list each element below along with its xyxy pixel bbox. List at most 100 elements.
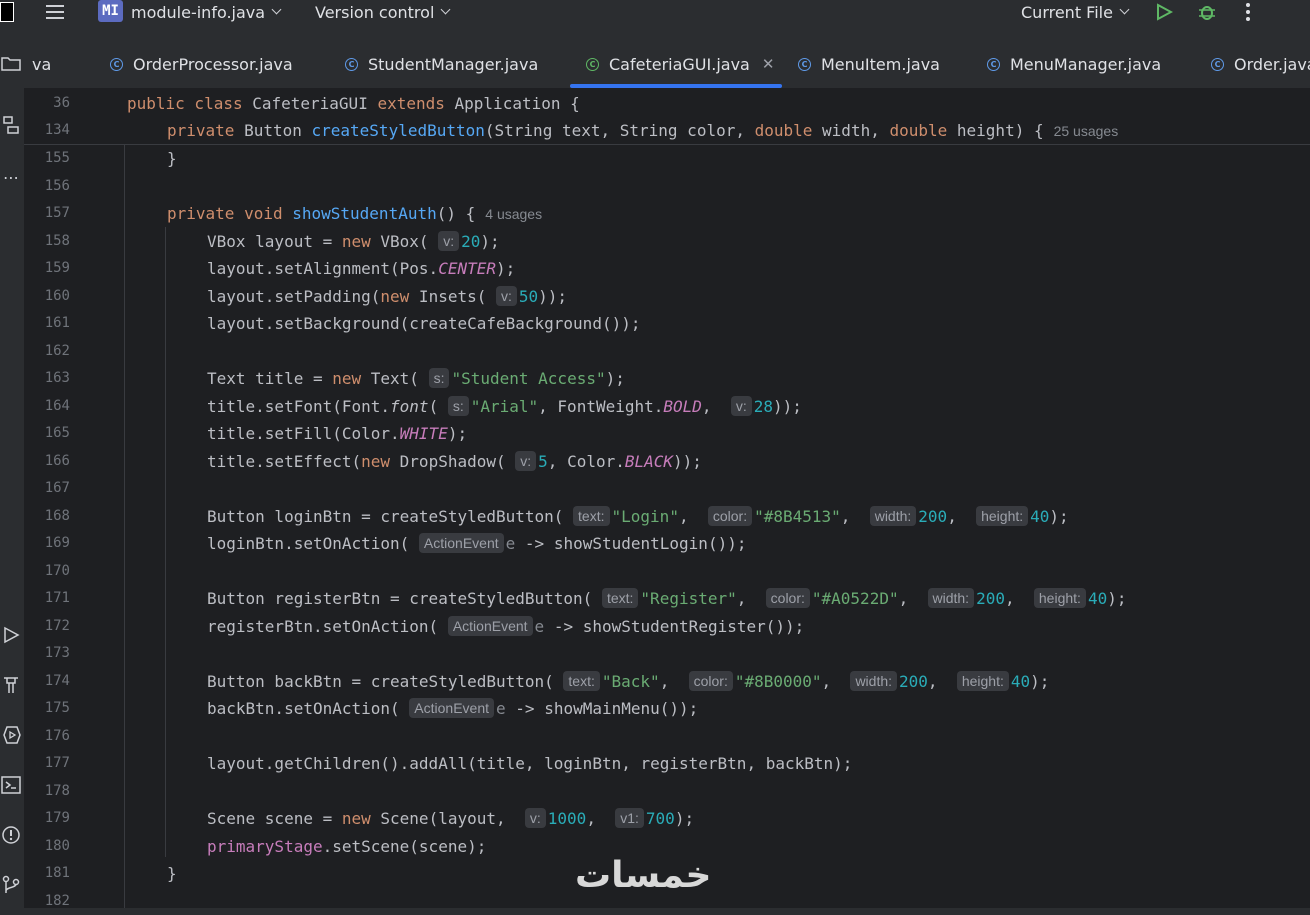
line-number: 134 — [44, 122, 70, 138]
code-line: title.setEffect(new DropShadow( v: 5, Col… — [207, 450, 702, 471]
line-number: 174 — [44, 672, 70, 689]
class-icon: C — [987, 57, 1000, 71]
code-line: Text title = new Text( s: "Student Access… — [207, 368, 625, 388]
code-line: backBtn.setOnAction( ActionEvent e -> sho… — [207, 698, 699, 718]
tab-menu-manager[interactable]: C MenuManager.java — [987, 40, 1161, 88]
tab-label: Order.java — [1234, 54, 1310, 74]
line-number: 177 — [44, 755, 70, 771]
line-number: 179 — [44, 810, 70, 826]
code-line: primaryStage.setScene(scene); — [207, 836, 487, 856]
run-button[interactable] — [1155, 0, 1173, 24]
line-number: 171 — [44, 590, 70, 606]
code-line: } — [167, 864, 177, 883]
chevron-down-icon — [440, 4, 451, 15]
editor-tabs: va C OrderProcessor.java C StudentManage… — [0, 40, 1310, 89]
line-number: 176 — [44, 727, 70, 744]
tab-label: CafeteriaGUI.java — [609, 54, 750, 74]
code-line: public class CafeteriaGUI extends Applic… — [127, 94, 580, 113]
version-control-menu[interactable]: Version control — [315, 0, 451, 24]
run-config-label: Current File — [1021, 2, 1113, 22]
code-line: private Button createStyledButton(String… — [167, 121, 1119, 140]
class-icon: C — [586, 57, 599, 71]
tab-student-manager[interactable]: C StudentManager.java — [345, 40, 538, 88]
line-number: 163 — [44, 370, 70, 386]
line-number: 167 — [44, 480, 70, 496]
tab-label: MenuManager.java — [1010, 54, 1162, 74]
more-options-button[interactable] — [1244, 0, 1252, 24]
chevron-down-icon — [271, 4, 282, 15]
code-line: VBox layout = new VBox( v: 20); — [207, 230, 500, 251]
line-number: 162 — [44, 342, 70, 359]
line-number: 173 — [44, 645, 70, 661]
usages-hint[interactable]: 25 usages — [1054, 123, 1119, 139]
sticky-line: 36 public class CafeteriaGUI extends App… — [0, 90, 1310, 117]
more-vertical-icon — [1246, 3, 1250, 21]
line-number: 159 — [44, 260, 70, 276]
code-line: title.setFont(Font.font( s: "Arial", Font… — [207, 395, 802, 416]
tab-order[interactable]: C Order.java — [1211, 40, 1310, 88]
line-number: 178 — [44, 782, 70, 799]
line-number: 164 — [44, 397, 70, 414]
class-icon: C — [110, 57, 123, 71]
run-icon — [1157, 3, 1173, 21]
line-number: 175 — [44, 700, 70, 716]
code-line: layout.setAlignment(Pos.CENTER); — [207, 259, 516, 278]
line-number: 157 — [44, 205, 70, 221]
code-line: Button registerBtn = createStyledButton(… — [207, 588, 1127, 608]
line-number: 155 — [44, 150, 70, 166]
line-number: 169 — [44, 535, 70, 551]
tab-label: va — [32, 54, 52, 74]
tab-java-partial[interactable]: va — [32, 40, 51, 88]
project-badge[interactable]: MI — [98, 0, 123, 22]
bug-icon — [1199, 6, 1215, 20]
folder-icon[interactable] — [0, 52, 22, 74]
code-line: Scene scene = new Scene(layout, v: 1000, … — [207, 808, 695, 828]
app-icon[interactable] — [0, 0, 14, 24]
hamburger-icon — [46, 5, 64, 19]
project-name: module-info.java — [131, 2, 266, 22]
chevron-down-icon — [1119, 4, 1130, 15]
tab-order-processor[interactable]: C OrderProcessor.java — [110, 40, 293, 88]
line-number: 170 — [44, 562, 70, 579]
line-number: 160 — [44, 287, 70, 304]
line-number: 165 — [44, 425, 70, 441]
close-icon[interactable]: ✕ — [762, 55, 775, 73]
tab-label: StudentManager.java — [368, 54, 539, 74]
line-number: 168 — [44, 507, 70, 524]
code-line: Button backBtn = createStyledButton( tex… — [207, 670, 1050, 691]
version-control-label: Version control — [315, 2, 435, 22]
line-number: 36 — [53, 95, 70, 111]
class-icon: C — [345, 57, 358, 71]
code-line: } — [167, 149, 177, 168]
code-line: layout.setPadding(new Insets( v: 50)); — [207, 285, 568, 306]
code-line: private void showStudentAuth() {4 usages — [167, 204, 543, 223]
watermark-logo: خمسات — [575, 855, 712, 896]
code-line: title.setFill(Color.WHITE); — [207, 424, 468, 443]
code-line: Button loginBtn = createStyledButton( te… — [207, 505, 1069, 526]
line-number: 180 — [44, 837, 70, 854]
tab-cafeteria-gui[interactable]: C CafeteriaGUI.java ✕ — [586, 40, 774, 88]
code-line: layout.setBackground(createCafeBackgroun… — [207, 314, 641, 333]
code-line: loginBtn.setOnAction( ActionEvent e -> sh… — [207, 533, 747, 553]
main-menu-button[interactable] — [46, 0, 64, 24]
sticky-line: 134 private Button createStyledButton(St… — [0, 117, 1310, 144]
project-selector[interactable]: module-info.java — [131, 0, 282, 24]
line-number: 156 — [44, 177, 70, 194]
line-number: 161 — [44, 315, 70, 331]
run-config-selector[interactable]: Current File — [1021, 0, 1130, 24]
tab-label: MenuItem.java — [821, 54, 940, 74]
line-number: 158 — [44, 232, 70, 249]
tab-menu-item[interactable]: C MenuItem.java — [798, 40, 940, 88]
usages-hint[interactable]: 4 usages — [485, 206, 542, 222]
class-icon: C — [798, 57, 811, 71]
line-number: 166 — [44, 452, 70, 469]
code-line: registerBtn.setOnAction( ActionEvent e ->… — [207, 615, 805, 636]
class-icon: C — [1211, 57, 1224, 71]
tab-label: OrderProcessor.java — [133, 54, 293, 74]
line-number: 172 — [44, 617, 70, 634]
status-bar — [0, 908, 1310, 915]
line-number: 181 — [44, 865, 70, 881]
debug-button[interactable] — [1197, 0, 1217, 24]
code-line: layout.getChildren().addAll(title, login… — [207, 754, 853, 773]
title-bar: MI module-info.java Version control Curr… — [0, 0, 1310, 40]
